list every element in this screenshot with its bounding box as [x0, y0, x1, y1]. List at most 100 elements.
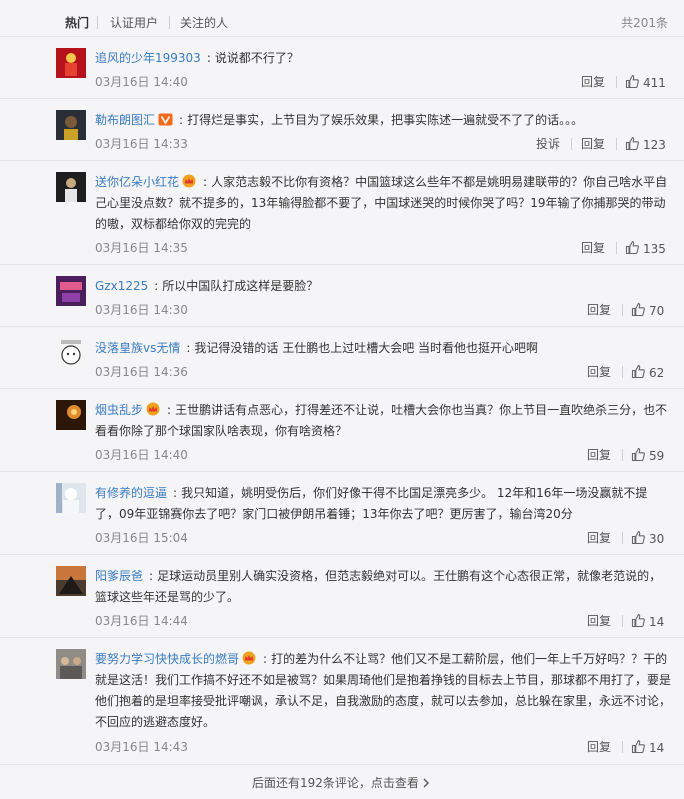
colon: :	[154, 279, 159, 293]
thumbs-up-icon	[631, 739, 645, 754]
comment-body: 阳爹辰爸: 足球运动员里别人确实没资格，但范志毅绝对可以。王仕鹏有这个心态很正常，…	[95, 566, 671, 608]
colon: :	[179, 113, 184, 127]
comment-username[interactable]: 有修养的逗逼	[95, 486, 167, 500]
comment-meta: 03月16日 14:35 回复 135	[95, 240, 671, 256]
colon: :	[263, 652, 268, 666]
comment-total: 共201条	[621, 16, 668, 30]
like-count: 59	[649, 449, 665, 463]
red-figure-avatar[interactable]	[56, 48, 86, 78]
comment-text: 所以中国队打成这样是要脸？	[162, 279, 319, 293]
comment-meta: 03月16日 15:04 回复 30	[95, 530, 671, 546]
comment-body: 烟虫乱步: 王世鹏讲话有点恶心，打得差还不让说，吐槽大会你也当真？你上节目一直吹绝…	[95, 400, 671, 442]
thumbs-up-icon	[631, 530, 645, 545]
sunset-pyramid-avatar[interactable]	[56, 566, 86, 596]
comment-text: 说说都不行了？	[214, 51, 299, 65]
comment-time: 03月16日 14:30	[95, 303, 188, 317]
reply-button[interactable]: 回复	[587, 447, 611, 463]
colon: :	[203, 175, 208, 189]
comment-item: 追风的少年199303: 说说都不行了？ 03月16日 14:40 回复 411	[0, 36, 684, 98]
colon: :	[167, 403, 172, 417]
crowd-photo-avatar[interactable]	[56, 649, 86, 679]
chevron-right-icon	[423, 778, 429, 788]
tab-hot[interactable]: 热门	[65, 15, 89, 31]
like-count: 135	[643, 242, 666, 256]
cartoon-face-avatar[interactable]	[56, 338, 86, 368]
crown-badge-icon	[182, 174, 196, 188]
tab-verified-users[interactable]: 认证用户	[110, 15, 158, 31]
divider	[616, 76, 617, 88]
comment-body: 有修养的逗逼: 我只知道，姚明受伤后，你们好像干得不比国足漂亮多少。 12年和16…	[95, 483, 671, 525]
colon: :	[149, 569, 154, 583]
comment-item: 有修养的逗逼: 我只知道，姚明受伤后，你们好像干得不比国足漂亮多少。 12年和16…	[0, 471, 684, 554]
comment-item: 阳爹辰爸: 足球运动员里别人确实没资格，但范志毅绝对可以。王仕鹏有这个心态很正常，…	[0, 554, 684, 637]
crown-badge-icon	[242, 651, 256, 665]
comment-body: 追风的少年199303: 说说都不行了？	[95, 48, 671, 69]
comment-body: Gzx1225: 所以中国队打成这样是要脸？	[95, 276, 671, 297]
white-figure-avatar[interactable]	[56, 483, 86, 513]
reply-button[interactable]: 回复	[587, 739, 611, 755]
tab-following[interactable]: 关注的人	[180, 15, 228, 31]
comment-meta: 03月16日 14:30 回复 70	[95, 302, 671, 318]
comment-time: 03月16日 14:35	[95, 241, 188, 255]
load-more-bar[interactable]: 后面还有192条评论，点击查看	[0, 764, 684, 799]
dark-portrait-avatar[interactable]	[56, 172, 86, 202]
reply-button[interactable]: 回复	[587, 530, 611, 546]
player-avatar[interactable]	[56, 110, 86, 140]
comment-username[interactable]: 勒布朗图汇	[95, 113, 155, 127]
thumbs-up-icon	[625, 74, 639, 89]
report-button[interactable]: 投诉	[536, 136, 560, 152]
thumbs-up-icon	[625, 136, 639, 151]
comment-time: 03月16日 14:40	[95, 448, 188, 462]
warm-light-avatar[interactable]	[56, 400, 86, 430]
thumbs-up-icon	[631, 302, 645, 317]
divider	[622, 304, 623, 316]
like-count: 123	[643, 138, 666, 152]
comment-username[interactable]: Gzx1225	[95, 279, 148, 293]
tab-divider	[169, 16, 170, 29]
comment-text: 足球运动员里别人确实没资格，但范志毅绝对可以。王仕鹏有这个心态很正常，就像老范说…	[95, 569, 662, 604]
purple-poster-avatar[interactable]	[56, 276, 86, 306]
divider	[622, 741, 623, 753]
reply-button[interactable]: 回复	[587, 613, 611, 629]
divider	[616, 242, 617, 254]
comment-username[interactable]: 送你亿朵小红花	[95, 175, 179, 189]
like-count: 14	[649, 615, 665, 629]
comment-meta: 03月16日 14:43 回复 14	[95, 739, 671, 755]
like-count: 30	[649, 532, 665, 546]
comment-username[interactable]: 要努力学习快快成长的燃哥	[95, 652, 239, 666]
comment-time: 03月16日 14:40	[95, 75, 188, 89]
comment-time: 03月16日 14:44	[95, 614, 188, 628]
thumbs-up-icon	[631, 613, 645, 628]
reply-button[interactable]: 回复	[587, 364, 611, 380]
load-more-link[interactable]: 后面还有192条评论，点击查看	[252, 775, 419, 791]
comment-meta: 03月16日 14:33 投诉 回复 123	[95, 136, 671, 152]
comment-item: 送你亿朵小红花: 人家范志毅不比你有资格？中国篮球这么些年不都是姚明易建联带的？你…	[0, 160, 684, 264]
thumbs-up-icon	[631, 447, 645, 462]
comment-meta: 03月16日 14:36 回复 62	[95, 364, 671, 380]
divider	[616, 138, 617, 150]
comment-username[interactable]: 阳爹辰爸	[95, 569, 143, 583]
thumbs-up-icon	[631, 364, 645, 379]
vip-badge-icon	[158, 113, 173, 126]
divider	[571, 138, 572, 150]
colon: :	[206, 51, 211, 65]
divider	[622, 366, 623, 378]
comment-body: 送你亿朵小红花: 人家范志毅不比你有资格？中国篮球这么些年不都是姚明易建联带的？你…	[95, 172, 671, 235]
reply-button[interactable]: 回复	[581, 240, 605, 256]
comment-time: 03月16日 14:36	[95, 365, 188, 379]
comment-text: 我记得没错的话 王仕鹏也上过吐槽大会吧 当时看他也挺开心吧啊	[194, 341, 539, 355]
comment-text: 我只知道，姚明受伤后，你们好像干得不比国足漂亮多少。 12年和16年一场没赢就不…	[95, 486, 648, 521]
colon: :	[173, 486, 178, 500]
comment-username[interactable]: 烟虫乱步	[95, 403, 143, 417]
comment-username[interactable]: 没落皇族vs无情	[95, 341, 180, 355]
comment-text: 王世鹏讲话有点恶心，打得差还不让说，吐槽大会你也当真？你上节目一直吹绝杀三分，也…	[95, 403, 668, 438]
comment-time: 03月16日 14:43	[95, 740, 188, 754]
reply-button[interactable]: 回复	[581, 136, 605, 152]
reply-button[interactable]: 回复	[581, 74, 605, 90]
comments-panel: 热门 认证用户 关注的人 共201条 追风的少年199303: 说说都不行了？ 0…	[0, 0, 684, 799]
comment-item: 没落皇族vs无情: 我记得没错的话 王仕鹏也上过吐槽大会吧 当时看他也挺开心吧啊 …	[0, 326, 684, 388]
comment-text: 打得烂是事实，上节目为了娱乐效果，把事实陈述一遍就受不了了的话。。。	[187, 113, 584, 127]
like-count: 70	[649, 304, 665, 318]
comment-username[interactable]: 追风的少年199303	[95, 51, 201, 65]
reply-button[interactable]: 回复	[587, 302, 611, 318]
